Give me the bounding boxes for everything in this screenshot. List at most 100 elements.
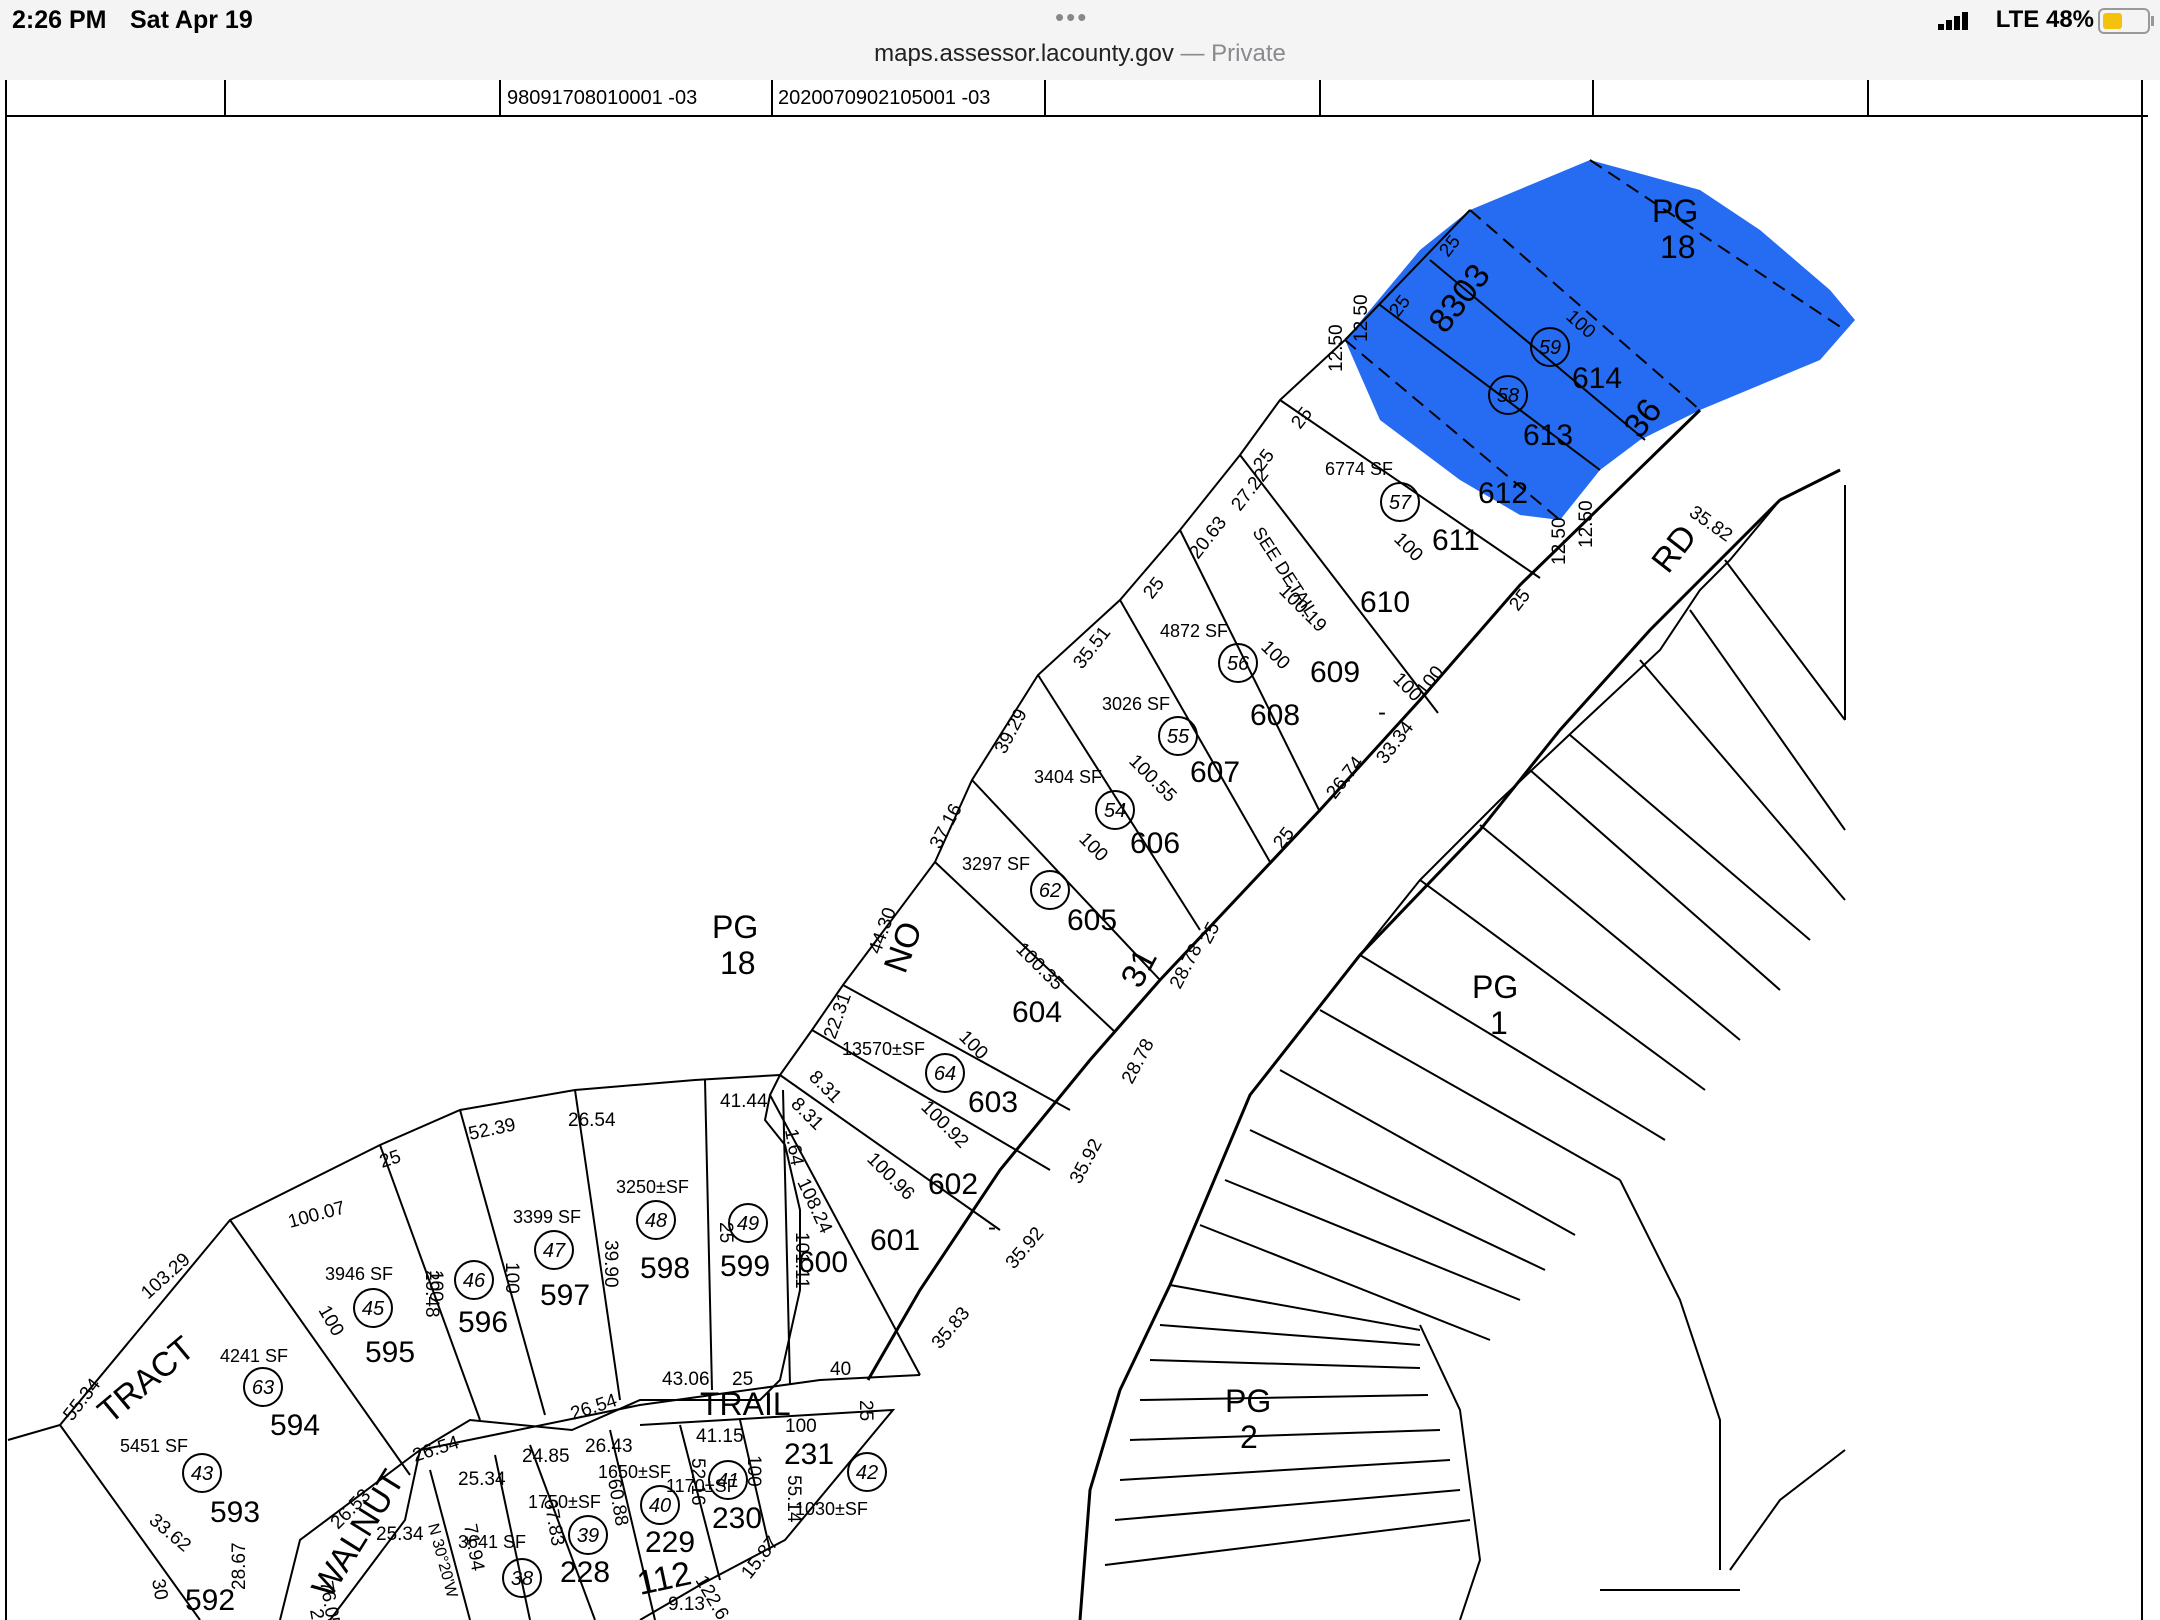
date: Sat Apr 19 xyxy=(130,6,253,34)
parcel-ne-circle-num-8: 54 xyxy=(1104,800,1126,822)
dimension-label-41: 35.83 xyxy=(928,1303,975,1353)
page-ref-18-mid: PG 18 xyxy=(712,909,758,981)
dimension-label-65: 100 xyxy=(743,1455,764,1487)
svg-text:PG: PG xyxy=(712,909,758,945)
dimension-label-29: 100 xyxy=(1256,637,1293,674)
url-separator: — xyxy=(1173,40,1212,67)
parcel-sw-lot-5: 595 xyxy=(365,1336,415,1369)
parcel-ne-lot-3: 611 xyxy=(1432,524,1480,557)
status-bar: 2:26 PM Sat Apr 19 ••• LTE 48% maps.asse… xyxy=(0,0,2160,80)
parcel-sw-sf-6: 4241 SF xyxy=(220,1346,288,1366)
dimension-label-60: 25 xyxy=(715,1222,736,1243)
parcel-s-circle-num-2: 40 xyxy=(649,1495,671,1517)
dimension-label-13: 35.51 xyxy=(1069,623,1115,673)
page-ref-1: PG 1 xyxy=(1472,969,1518,1041)
dimension-label-44: 43.06 xyxy=(662,1369,710,1390)
dimension-label-71: 24.85 xyxy=(522,1446,570,1467)
dimension-label-8: 12.50 xyxy=(1576,500,1597,548)
parcel-ne-lot-1: 613 xyxy=(1523,419,1573,452)
dimension-label-9: 25 xyxy=(1505,585,1535,615)
dimension-label-75: 25.34 xyxy=(376,1524,424,1545)
parcel-ne-lot-7: 607 xyxy=(1190,756,1240,789)
parcel-ne-sf-8: 3404 SF xyxy=(1034,767,1102,787)
parcel-ne-sf-7: 3026 SF xyxy=(1102,694,1170,714)
svg-text:18: 18 xyxy=(720,945,756,981)
dimension-label-81: 9.13 xyxy=(668,1594,705,1615)
road-name-rd: RD xyxy=(1644,518,1704,580)
dimension-label-63: 100 xyxy=(425,1270,446,1302)
dimension-label-26: 100 xyxy=(1074,829,1111,866)
dimension-label-73: 25.34 xyxy=(458,1469,506,1490)
parcel-sw-lot-4: 596 xyxy=(458,1306,508,1339)
road-name-trail: TRAIL xyxy=(700,1386,791,1422)
parcel-sw-sf-3: 3399 SF xyxy=(513,1207,581,1227)
parcel-sw-circle-num-5: 45 xyxy=(362,1298,385,1320)
dimension-label-55: 100.07 xyxy=(286,1198,348,1233)
parcel-s-sf-0: 1030±SF xyxy=(795,1499,868,1519)
dimension-label-22: 100.96 xyxy=(862,1149,918,1205)
parcel-s-lot-1: 230 xyxy=(712,1502,762,1535)
assessor-map[interactable]: 98091708010001 -03 2020070902105001 -03 xyxy=(0,80,2160,1620)
dimension-label-4: 12.50 xyxy=(1326,324,1347,372)
parcel-sw-sf-5: 3946 SF xyxy=(325,1264,393,1284)
parcel-ne-circle-num-11: 64 xyxy=(934,1063,956,1085)
private-label: Private xyxy=(1211,40,1286,67)
dimension-label-43: 40 xyxy=(830,1359,851,1380)
parcel-ne-lot-4: 610 xyxy=(1360,586,1410,619)
clock: 2:26 PM xyxy=(12,6,107,34)
table-cell-1: 98091708010001 -03 xyxy=(507,87,697,109)
dimension-label-56: 52.39 xyxy=(467,1114,518,1144)
dimension-label-78: 28.67 xyxy=(229,1542,250,1590)
svg-text:PG: PG xyxy=(1652,193,1698,229)
address-bar[interactable]: maps.assessor.lacounty.gov — Private xyxy=(0,40,2160,68)
dimension-label-61: 101.11 xyxy=(791,1232,812,1289)
parcel-ne-circle-num-9: 62 xyxy=(1039,880,1061,902)
dimension-label-18: 8.31 xyxy=(804,1067,845,1108)
parcel-sw-lot-3: 597 xyxy=(540,1279,590,1312)
parcel-sw-sf-7: 5451 SF xyxy=(120,1436,188,1456)
parcel-ne-lot-11: 603 xyxy=(968,1086,1018,1119)
dimension-label-15: 37.16 xyxy=(926,801,967,853)
parcel-ne-circle-num-1: 58 xyxy=(1497,385,1519,407)
parcel-ne-lot-10: 604 xyxy=(1012,996,1062,1029)
dimension-label-48: 26.54 xyxy=(410,1432,462,1467)
parcel-s-circle-num-3: 39 xyxy=(577,1525,599,1547)
parcel-ne-circle-num-5: 56 xyxy=(1227,653,1250,675)
dimension-label-82: 15.87 xyxy=(737,1533,783,1583)
highlight-overlay xyxy=(1345,160,1855,520)
dimension-label-34: 26.74 xyxy=(1322,752,1368,803)
dimension-label-83: 25 xyxy=(855,1400,876,1421)
signal-icon xyxy=(1938,12,1970,30)
parcel-ne-circle-num-7: 55 xyxy=(1167,726,1190,748)
parcel-ne-circle-num-3: 57 xyxy=(1389,492,1412,514)
table-cell-2: 2020070902105001 -03 xyxy=(778,87,990,109)
more-dots-icon[interactable]: ••• xyxy=(1055,2,1088,33)
dimension-label-14: 39.29 xyxy=(991,706,1032,758)
parcel-sw-lot-8: 592 xyxy=(185,1584,235,1617)
parcel-sw-lot-6: 594 xyxy=(270,1409,320,1442)
parcel-sw-circle-num-3: 47 xyxy=(543,1240,566,1262)
parcel-ne-lot-0: 614 xyxy=(1572,362,1622,395)
svg-text:PG: PG xyxy=(1225,1383,1271,1419)
dimension-label-7: 12.50 xyxy=(1549,517,1570,565)
parcel-ne-lot-2: 612 xyxy=(1478,477,1528,510)
dimension-label-57: 26.54 xyxy=(568,1110,616,1131)
parcel-s-lot-2: 229 xyxy=(645,1526,695,1559)
dimension-label-67: 41.15 xyxy=(696,1426,744,1447)
svg-text:2: 2 xyxy=(1240,1419,1258,1455)
parcel-ne-lot-8: 606 xyxy=(1130,827,1180,860)
parcel-ne-sf-3: 6774 SF xyxy=(1325,459,1393,479)
dimension-label-68: 52.16 xyxy=(687,1458,708,1506)
dimension-label-45: 25 xyxy=(732,1369,753,1390)
parcel-ne-sf-9: 3297 SF xyxy=(962,854,1030,874)
parcel-s-lot-0: 231 xyxy=(784,1438,834,1471)
battery-icon xyxy=(2098,8,2154,34)
dash-label-2: - xyxy=(988,1214,996,1241)
parcel-ne-lot-9: 605 xyxy=(1067,904,1117,937)
dimension-label-31: 100 xyxy=(1389,529,1426,566)
dimension-label-39: 35.92 xyxy=(1066,1136,1107,1188)
url-domain: maps.assessor.lacounty.gov xyxy=(874,40,1174,67)
dimension-label-79: 30 xyxy=(147,1577,171,1601)
dimension-label-51: 100 xyxy=(314,1302,348,1340)
svg-text:18: 18 xyxy=(1660,229,1696,265)
